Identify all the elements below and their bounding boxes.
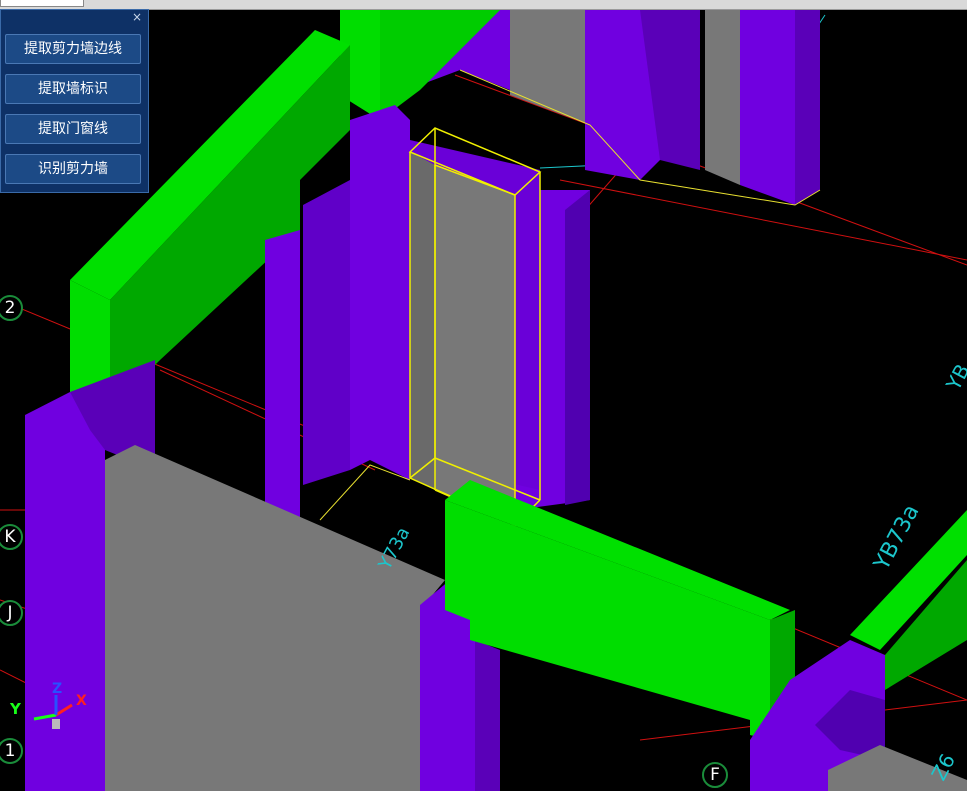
gizmo-y-axis	[33, 713, 57, 721]
column-left	[265, 230, 300, 520]
gizmo-origin	[52, 719, 60, 729]
extract-door-window-line-button[interactable]: 提取门窗线	[5, 114, 141, 144]
identify-shear-wall-button[interactable]: 识别剪力墙	[5, 154, 141, 184]
close-icon[interactable]: ×	[132, 10, 142, 24]
3d-viewport[interactable]: 2 K J 1 F Y73a YB73a YB Z6 Y Z X × 提取剪力墙…	[0, 0, 967, 791]
column-center-front	[350, 105, 410, 480]
column-center-side	[303, 180, 350, 485]
gizmo-z-label: Z	[52, 681, 63, 697]
extract-shear-wall-edge-button[interactable]: 提取剪力墙边线	[5, 34, 141, 64]
column-center-right-dark	[565, 190, 590, 505]
selected-wall-side	[410, 152, 435, 490]
selected-wall-face	[435, 165, 515, 525]
gizmo-x-label: X	[76, 693, 87, 709]
axis-marker-f: F	[702, 762, 728, 788]
shear-wall-tool-panel: × 提取剪力墙边线 提取墙标识 提取门窗线 识别剪力墙	[0, 9, 149, 193]
gizmo-y-label: Y	[10, 700, 21, 718]
gizmo-x-axis	[55, 703, 73, 717]
column-bottom-mid-2	[475, 640, 500, 791]
extract-wall-label-button[interactable]: 提取墙标识	[5, 74, 141, 104]
wall-back-purple-2-dark	[795, 10, 820, 205]
top-input-box[interactable]	[0, 0, 84, 7]
wall-back-gray-2	[705, 10, 740, 185]
